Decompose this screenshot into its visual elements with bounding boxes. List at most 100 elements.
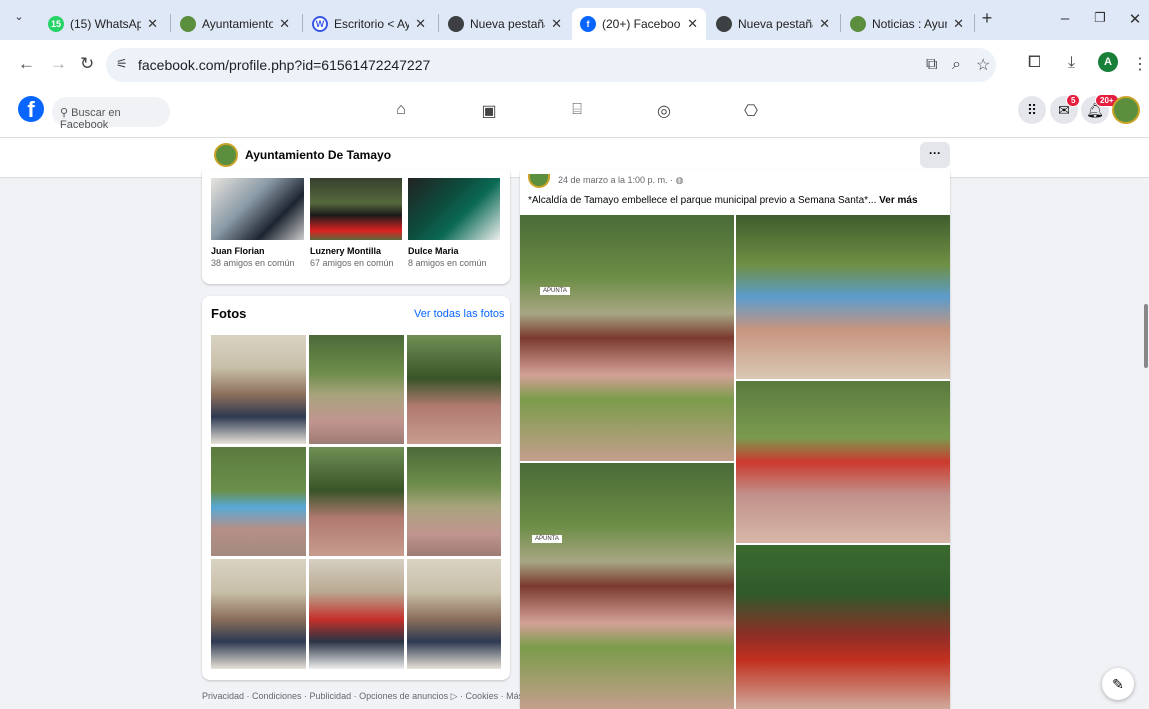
browser-tab-strip: ⌄ 15 (15) WhatsApp ✕ Ayuntamiento de ✕ W… xyxy=(0,0,1149,40)
more-options-button[interactable]: ··· xyxy=(920,142,950,168)
photo-thumb[interactable] xyxy=(309,335,404,444)
tab-title: Nueva pestaña xyxy=(470,17,546,31)
see-all-photos-link[interactable]: Ver todas las fotos xyxy=(414,308,505,320)
seal-icon xyxy=(850,16,866,32)
friend-item[interactable]: Dulce Maria 8 amigos en común xyxy=(408,246,487,268)
post-photo[interactable]: APUNTA xyxy=(520,463,734,709)
extensions-icon[interactable]: ⧠ xyxy=(1028,54,1041,72)
facebook-header: f ⚲ Buscar en Facebook ⌂ ▣ ⌸ ◎ ⎔ ⠿ ✉ 5 🔔… xyxy=(0,90,1149,138)
photos-card: Fotos Ver todas las fotos xyxy=(202,296,510,680)
tab-title: Ayuntamiento de xyxy=(202,17,274,31)
apps-menu-icon[interactable]: ⠿ xyxy=(1018,96,1046,124)
tab-facebook[interactable]: f (20+) Facebook ✕ xyxy=(572,8,706,40)
account-avatar[interactable] xyxy=(1112,96,1140,124)
post-date-text: 24 de marzo a la 1:00 p. m. · xyxy=(558,175,676,185)
friend-item[interactable]: Juan Florian 38 amigos en común xyxy=(211,246,295,268)
seal-icon xyxy=(180,16,196,32)
close-icon[interactable]: ✕ xyxy=(279,16,290,32)
friends-card: Juan Florian 38 amigos en común Luznery … xyxy=(202,170,510,284)
restore-icon[interactable]: ❐ xyxy=(1085,10,1115,26)
forward-icon[interactable]: → xyxy=(50,54,67,74)
tab-title: Nueva pestaña xyxy=(738,17,814,31)
photo-thumb[interactable] xyxy=(309,559,404,669)
post-body: *Alcaldía de Tamayo embellece el parque … xyxy=(528,195,877,206)
friend-name: Dulce Maria xyxy=(408,246,459,256)
close-icon[interactable]: ✕ xyxy=(687,16,698,32)
home-icon[interactable]: ⌂ xyxy=(389,101,413,119)
profile-avatar[interactable]: A xyxy=(1098,52,1118,72)
close-icon[interactable]: ✕ xyxy=(415,16,426,32)
facebook-icon: f xyxy=(580,16,596,32)
install-icon[interactable]: ⧉ xyxy=(926,56,937,74)
friend-photo[interactable] xyxy=(310,178,402,240)
video-icon[interactable]: ▣ xyxy=(477,101,501,121)
photo-thumb[interactable] xyxy=(309,447,404,556)
post-author-avatar[interactable] xyxy=(528,174,550,188)
minimize-icon[interactable]: – xyxy=(1050,10,1080,27)
download-icon[interactable]: ⤓ xyxy=(1068,54,1075,72)
search-icon: ⚲ xyxy=(60,107,72,119)
marketplace-icon[interactable]: ⌸ xyxy=(565,101,589,119)
sign-label: APUNTA xyxy=(540,287,570,295)
gaming-icon[interactable]: ⎔ xyxy=(739,101,763,121)
globe-icon: ◍ xyxy=(675,175,684,185)
friend-photo[interactable] xyxy=(211,178,304,240)
close-icon[interactable]: ✕ xyxy=(953,16,964,32)
bookmark-star-icon[interactable]: ☆ xyxy=(976,55,990,75)
friend-mutual: 67 amigos en común xyxy=(310,258,394,268)
new-message-button[interactable]: ✎ xyxy=(1102,668,1134,700)
close-icon[interactable]: ✕ xyxy=(819,16,830,32)
address-toolbar: ← → ↻ ⚟ facebook.com/profile.php?id=6156… xyxy=(0,40,1149,90)
friend-item[interactable]: Luznery Montilla 67 amigos en común xyxy=(310,246,394,268)
tab-whatsapp[interactable]: 15 (15) WhatsApp ✕ xyxy=(40,8,166,40)
omnibox[interactable]: ⚟ facebook.com/profile.php?id=6156147224… xyxy=(106,48,996,82)
tab-noticias[interactable]: Noticias : Ayunt ✕ xyxy=(842,8,972,40)
tab-escritorio[interactable]: W Escritorio < Ayu ✕ xyxy=(304,8,434,40)
chrome-icon xyxy=(448,16,464,32)
url-text[interactable]: facebook.com/profile.php?id=615614722472… xyxy=(138,57,430,73)
post-photo[interactable]: APUNTA xyxy=(520,215,734,461)
post-photo[interactable] xyxy=(736,381,950,543)
photo-thumb[interactable] xyxy=(407,447,501,556)
wordpress-icon: W xyxy=(312,16,328,32)
search-input[interactable]: ⚲ Buscar en Facebook xyxy=(52,97,170,131)
tab-nueva-pestana-2[interactable]: Nueva pestaña ✕ xyxy=(708,8,838,40)
zoom-icon[interactable]: ⌕ xyxy=(952,56,961,74)
tab-title: (15) WhatsApp xyxy=(70,17,142,31)
post-card: 24 de marzo a la 1:00 p. m. · ◍ *Alcaldí… xyxy=(520,170,950,709)
menu-dots-icon[interactable]: ⋮ xyxy=(1132,54,1148,74)
page-name[interactable]: Ayuntamiento De Tamayo xyxy=(245,148,391,162)
footer-links[interactable]: Privacidad · Condiciones · Publicidad · … xyxy=(202,691,523,702)
close-icon[interactable]: ✕ xyxy=(551,16,562,32)
reload-icon[interactable]: ↻ xyxy=(80,54,94,74)
photo-thumb[interactable] xyxy=(407,335,501,444)
friend-photo[interactable] xyxy=(408,178,500,240)
scrollbar-thumb[interactable] xyxy=(1144,304,1148,368)
friend-name: Juan Florian xyxy=(211,246,265,256)
site-settings-icon[interactable]: ⚟ xyxy=(116,56,128,72)
tab-search-icon[interactable]: ⌄ xyxy=(4,10,34,23)
see-more-link[interactable]: Ver más xyxy=(879,195,917,206)
photo-thumb[interactable] xyxy=(211,447,306,556)
new-tab-button[interactable]: + xyxy=(972,8,1002,29)
friend-mutual: 38 amigos en común xyxy=(211,258,295,268)
post-date[interactable]: 24 de marzo a la 1:00 p. m. · ◍ xyxy=(558,175,683,186)
photo-thumb[interactable] xyxy=(211,559,306,669)
friend-name: Luznery Montilla xyxy=(310,246,382,256)
photos-title: Fotos xyxy=(211,306,247,321)
page-avatar[interactable] xyxy=(214,143,238,167)
facebook-logo[interactable]: f xyxy=(18,96,44,122)
post-photo[interactable] xyxy=(736,215,950,379)
close-icon[interactable]: ✕ xyxy=(147,16,158,32)
chrome-icon xyxy=(716,16,732,32)
back-icon[interactable]: ← xyxy=(18,54,35,74)
friend-mutual: 8 amigos en común xyxy=(408,258,487,268)
groups-icon[interactable]: ◎ xyxy=(652,101,676,121)
post-photo[interactable] xyxy=(736,545,950,709)
photo-thumb[interactable] xyxy=(407,559,501,669)
compose-icon: ✎ xyxy=(1112,676,1124,692)
tab-ayuntamiento[interactable]: Ayuntamiento de ✕ xyxy=(172,8,298,40)
photo-thumb[interactable] xyxy=(211,335,306,444)
close-window-icon[interactable]: ✕ xyxy=(1120,10,1149,28)
tab-nueva-pestana-1[interactable]: Nueva pestaña ✕ xyxy=(440,8,570,40)
